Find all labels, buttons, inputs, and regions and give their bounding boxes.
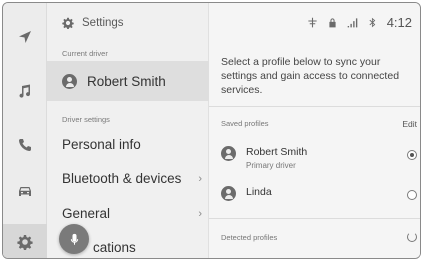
vehicle-button[interactable]	[3, 173, 47, 209]
profile-subtitle: Primary driver	[246, 161, 296, 170]
edit-button[interactable]: Edit	[402, 119, 417, 129]
profile-row-linda[interactable]: Linda	[221, 186, 417, 201]
current-driver-name: Robert Smith	[87, 73, 166, 89]
menu-item-label: Bluetooth & devices	[62, 171, 182, 186]
status-bar: 4:12	[307, 15, 412, 30]
profile-text: Linda	[246, 186, 272, 198]
current-driver-label: Current driver	[62, 49, 108, 58]
signal-icon	[347, 18, 357, 28]
music-button[interactable]	[3, 73, 47, 109]
profile-row-robert-smith[interactable]: Robert Smith Primary driver	[221, 146, 417, 170]
gear-icon	[62, 17, 74, 29]
avatar	[221, 186, 236, 201]
app-window: Settings Current driver Robert Smith Dri…	[2, 2, 421, 259]
navigation-button[interactable]	[3, 19, 47, 55]
settings-list: Settings Current driver Robert Smith Dri…	[47, 3, 209, 258]
menu-item-label: General	[62, 206, 111, 221]
profile-panel: 4:12 Select a profile below to sync your…	[209, 3, 420, 258]
chevron-right-icon: ›	[198, 172, 202, 185]
profile-text: Robert Smith Primary driver	[246, 146, 307, 170]
detected-profiles-header: Detected profiles	[221, 232, 417, 242]
menu-item-label: Personal info	[62, 137, 141, 152]
current-driver-row[interactable]: Robert Smith	[47, 61, 209, 101]
voice-assistant-button[interactable]	[59, 224, 89, 254]
saved-profiles-label: Saved profiles	[221, 119, 269, 128]
car-icon	[19, 187, 31, 196]
menu-item-label: cations	[93, 240, 136, 255]
icon-rail	[3, 3, 47, 258]
divider	[209, 218, 420, 219]
loading-spinner-icon	[407, 232, 417, 242]
detected-profiles-label: Detected profiles	[221, 232, 278, 242]
saved-profiles-header: Saved profiles Edit	[221, 119, 417, 129]
settings-header: Settings	[62, 17, 124, 29]
menu-item-personal-info[interactable]: Personal info	[62, 137, 202, 152]
settings-title: Settings	[82, 17, 124, 29]
avatar	[62, 73, 77, 89]
bluetooth-icon	[369, 17, 375, 28]
profile-name: Linda	[246, 186, 272, 198]
menu-item-bluetooth-devices[interactable]: Bluetooth & devices ›	[62, 171, 202, 186]
menu-item-general[interactable]: General ›	[62, 206, 202, 221]
lock-icon	[329, 18, 336, 28]
profile-radio[interactable]	[407, 190, 417, 200]
music-note-icon	[19, 84, 31, 98]
avatar	[221, 146, 236, 161]
chevron-right-icon: ›	[198, 207, 202, 220]
clock: 4:12	[386, 15, 412, 30]
gear-icon	[17, 235, 33, 250]
driver-settings-label: Driver settings	[62, 115, 110, 124]
profile-intro-text: Select a profile below to sync your sett…	[221, 56, 400, 96]
profile-name: Robert Smith	[246, 146, 308, 158]
phone-button[interactable]	[3, 127, 47, 163]
microphone-icon	[70, 233, 78, 245]
connection-icon	[308, 17, 317, 28]
phone-icon	[19, 139, 31, 151]
settings-button[interactable]	[3, 224, 47, 258]
navigation-arrow-icon	[19, 31, 31, 43]
profile-radio-selected[interactable]	[407, 150, 417, 160]
divider	[209, 106, 420, 107]
